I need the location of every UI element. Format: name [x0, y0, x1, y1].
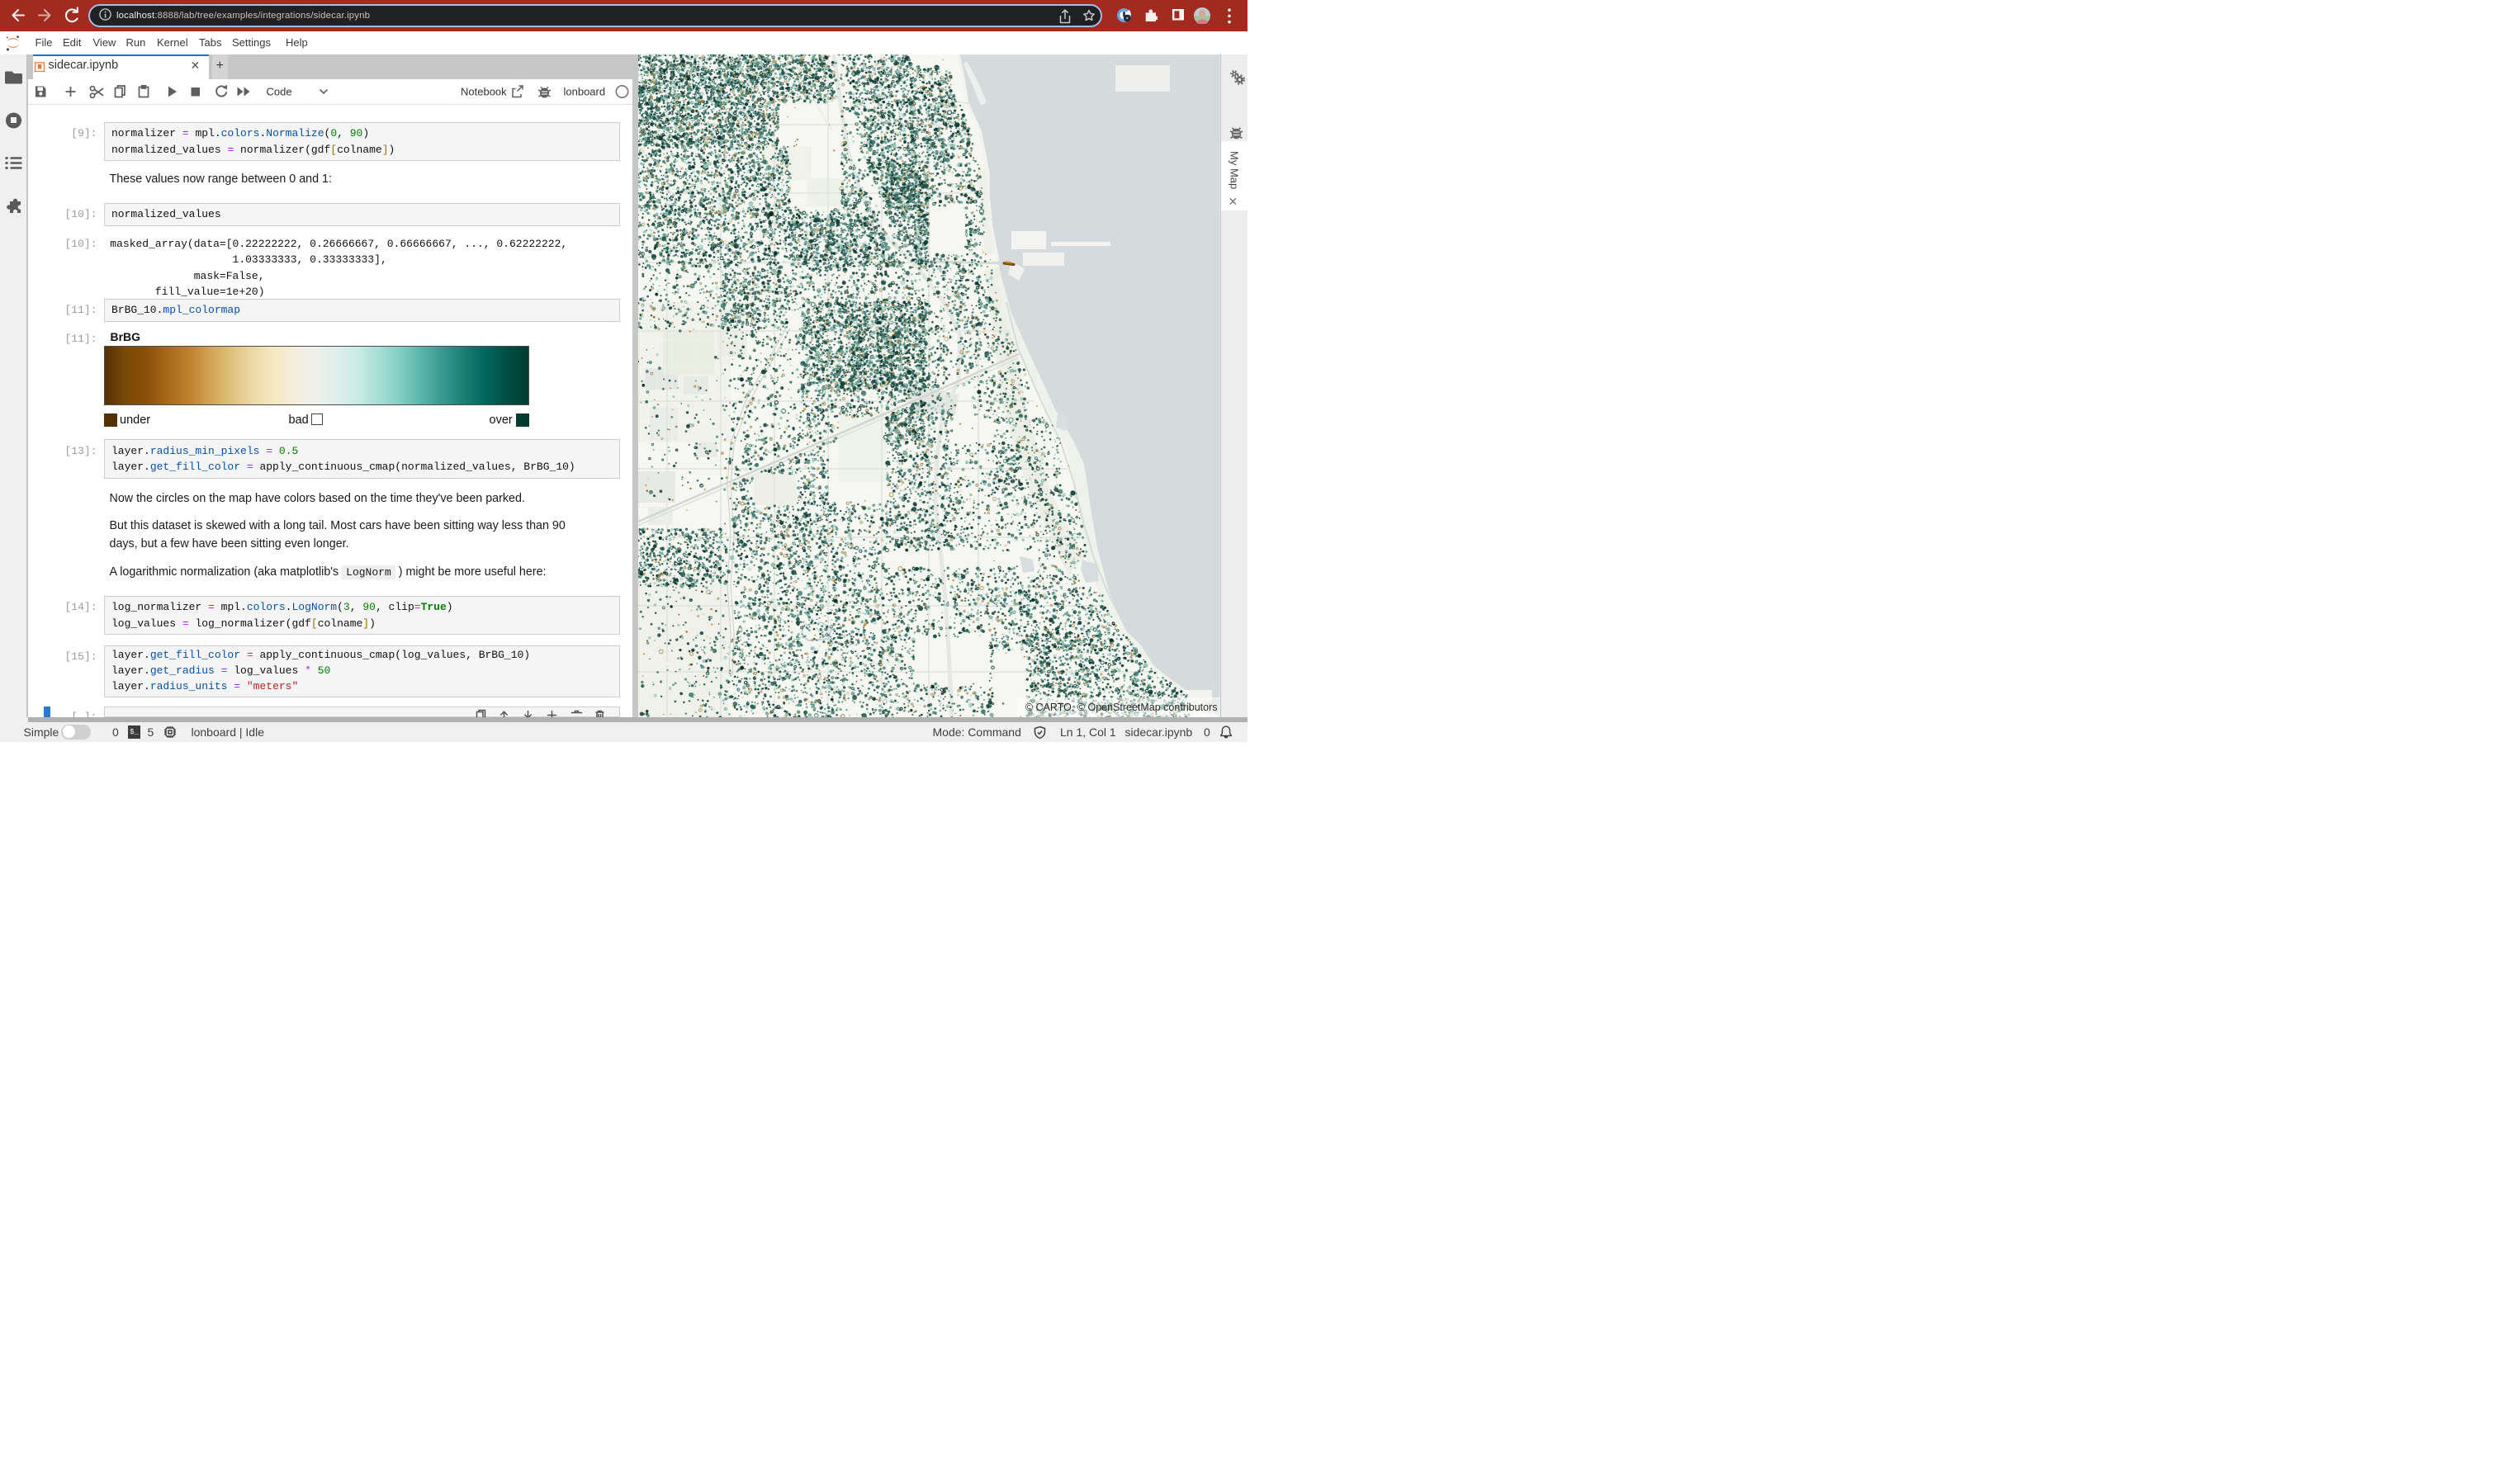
svg-text:Code: Code [266, 86, 291, 98]
svg-text:Notebook: Notebook [461, 86, 507, 98]
svg-text:lonboard: lonboard [563, 86, 605, 98]
